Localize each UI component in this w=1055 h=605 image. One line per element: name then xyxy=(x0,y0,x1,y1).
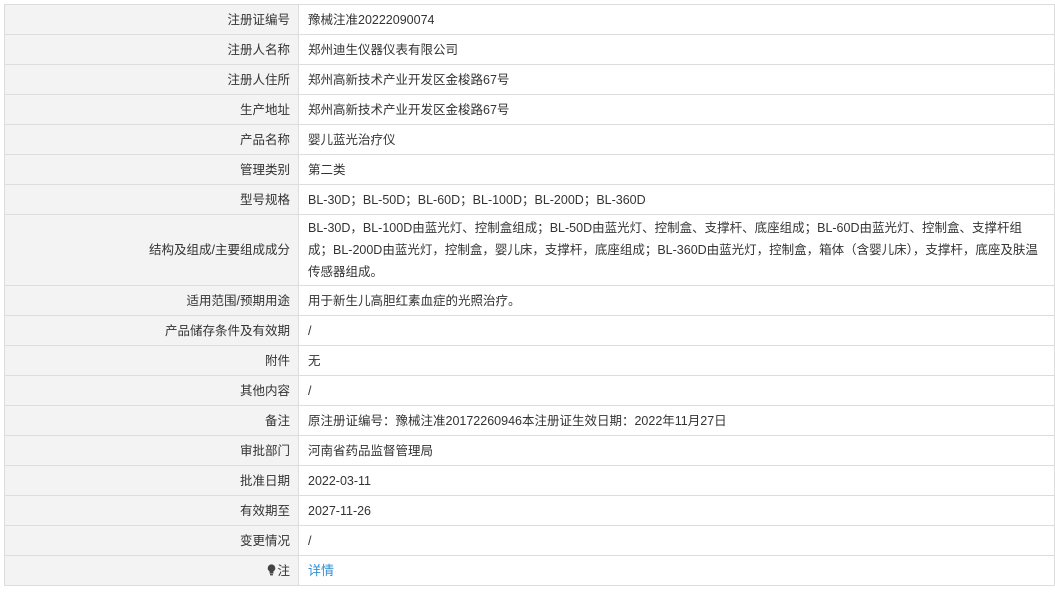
row-label: 结构及组成/主要组成成分 xyxy=(4,214,299,286)
note-label-cell: 注 xyxy=(4,555,299,586)
details-link[interactable]: 详情 xyxy=(308,563,334,578)
row-attachments: 附件 无 xyxy=(4,345,1055,376)
note-value-cell: 详情 xyxy=(298,555,1055,586)
row-label: 有效期至 xyxy=(4,495,299,526)
row-production-address: 生产地址 郑州高新技术产业开发区金梭路67号 xyxy=(4,94,1055,125)
row-note: 注 详情 xyxy=(4,555,1055,586)
row-value: 郑州迪生仪器仪表有限公司 xyxy=(298,34,1055,65)
row-value: 河南省药品监督管理局 xyxy=(298,435,1055,466)
row-label: 变更情况 xyxy=(4,525,299,556)
row-label: 审批部门 xyxy=(4,435,299,466)
row-intended-use: 适用范围/预期用途 用于新生儿高胆红素血症的光照治疗。 xyxy=(4,285,1055,316)
row-value: / xyxy=(298,525,1055,556)
row-management-category: 管理类别 第二类 xyxy=(4,154,1055,185)
row-change-status: 变更情况 / xyxy=(4,525,1055,556)
row-label: 注册人住所 xyxy=(4,64,299,95)
row-value: 2027-11-26 xyxy=(298,495,1055,526)
row-value: / xyxy=(298,315,1055,346)
row-model-spec: 型号规格 BL-30D；BL-50D；BL-60D；BL-100D；BL-200… xyxy=(4,184,1055,215)
row-structure-composition: 结构及组成/主要组成成分 BL-30D，BL-100D由蓝光灯、控制盒组成；BL… xyxy=(4,214,1055,286)
row-label: 产品储存条件及有效期 xyxy=(4,315,299,346)
row-label: 适用范围/预期用途 xyxy=(4,285,299,316)
row-approval-department: 审批部门 河南省药品监督管理局 xyxy=(4,435,1055,466)
row-label: 注册证编号 xyxy=(4,4,299,35)
row-label: 型号规格 xyxy=(4,184,299,215)
row-label: 附件 xyxy=(4,345,299,376)
row-value: BL-30D；BL-50D；BL-60D；BL-100D；BL-200D；BL-… xyxy=(298,184,1055,215)
row-registrant-address: 注册人住所 郑州高新技术产业开发区金梭路67号 xyxy=(4,64,1055,95)
row-value: BL-30D，BL-100D由蓝光灯、控制盒组成；BL-50D由蓝光灯、控制盒、… xyxy=(298,214,1055,286)
row-value: 郑州高新技术产业开发区金梭路67号 xyxy=(298,64,1055,95)
row-approval-date: 批准日期 2022-03-11 xyxy=(4,465,1055,496)
row-value: 第二类 xyxy=(298,154,1055,185)
row-remarks: 备注 原注册证编号：豫械注准20172260946本注册证生效日期：2022年1… xyxy=(4,405,1055,436)
row-label: 其他内容 xyxy=(4,375,299,406)
row-registrant-name: 注册人名称 郑州迪生仪器仪表有限公司 xyxy=(4,34,1055,65)
row-value: 无 xyxy=(298,345,1055,376)
row-value: 郑州高新技术产业开发区金梭路67号 xyxy=(298,94,1055,125)
note-label: 注 xyxy=(277,563,290,578)
row-value: 用于新生儿高胆红素血症的光照治疗。 xyxy=(298,285,1055,316)
row-storage-validity: 产品储存条件及有效期 / xyxy=(4,315,1055,346)
row-valid-until: 有效期至 2027-11-26 xyxy=(4,495,1055,526)
row-value: 婴儿蓝光治疗仪 xyxy=(298,124,1055,155)
row-value: 豫械注准20222090074 xyxy=(298,4,1055,35)
row-value: / xyxy=(298,375,1055,406)
registration-detail-table: 注册证编号 豫械注准20222090074 注册人名称 郑州迪生仪器仪表有限公司… xyxy=(4,4,1055,586)
row-label: 批准日期 xyxy=(4,465,299,496)
row-label: 生产地址 xyxy=(4,94,299,125)
row-product-name: 产品名称 婴儿蓝光治疗仪 xyxy=(4,124,1055,155)
row-registration-number: 注册证编号 豫械注准20222090074 xyxy=(4,4,1055,35)
row-label: 备注 xyxy=(4,405,299,436)
lightbulb-icon xyxy=(268,563,276,575)
row-value: 2022-03-11 xyxy=(298,465,1055,496)
row-label: 管理类别 xyxy=(4,154,299,185)
row-other-content: 其他内容 / xyxy=(4,375,1055,406)
row-value: 原注册证编号：豫械注准20172260946本注册证生效日期：2022年11月2… xyxy=(298,405,1055,436)
row-label: 产品名称 xyxy=(4,124,299,155)
row-label: 注册人名称 xyxy=(4,34,299,65)
